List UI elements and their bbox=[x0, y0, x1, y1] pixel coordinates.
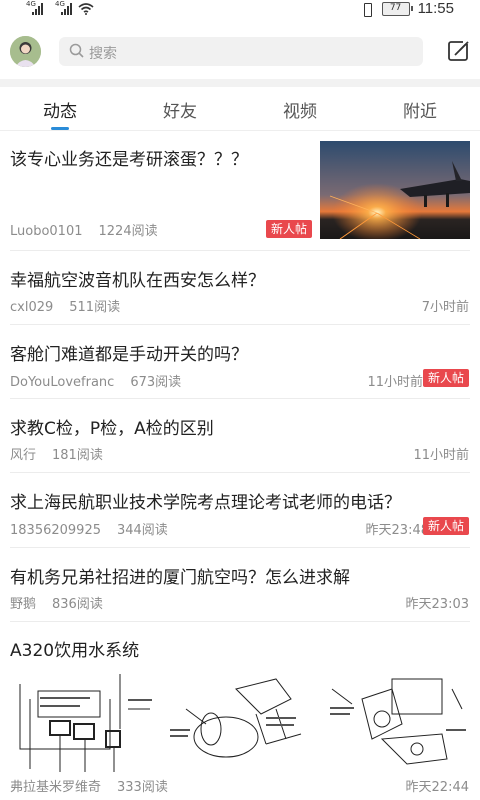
post-title: 求教C检，P检，A检的区别 bbox=[10, 419, 214, 439]
post-title: 该专心业务还是考研滚蛋？？？ bbox=[10, 150, 248, 170]
post-time: 昨天23:03 bbox=[405, 597, 469, 612]
post-meta: 弗拉基米罗维奇 333阅读 bbox=[10, 776, 168, 795]
search-input[interactable]: 搜索 bbox=[59, 37, 423, 66]
post-reads: 673阅读 bbox=[130, 375, 182, 390]
post-title: A320饮用水系统 bbox=[10, 641, 140, 661]
list-item[interactable]: 求上海民航职业技术学院考点理论考试老师的电话？ 18356209925 344阅读… bbox=[0, 473, 480, 548]
post-time: 11小时前 bbox=[367, 375, 423, 390]
wifi-icon bbox=[78, 3, 94, 15]
list-item[interactable]: 该专心业务还是考研滚蛋？？？ Luobo0101 1224阅读 新人帖 bbox=[0, 132, 480, 251]
battery-icon: 77 bbox=[381, 1, 413, 16]
tab-video[interactable]: 视频 bbox=[240, 97, 360, 122]
post-author: 18356209925 bbox=[10, 523, 101, 538]
list-item[interactable]: 幸福航空波音机队在西安怎么样？ cxl029 511阅读 7小时前 bbox=[0, 251, 480, 325]
divider bbox=[0, 79, 480, 87]
post-title: 客舱门难道都是手动开关的吗？ bbox=[10, 345, 248, 365]
post-reads: 181阅读 bbox=[52, 448, 103, 463]
avatar[interactable] bbox=[10, 36, 41, 67]
post-meta: DoYouLovefranc 673阅读 bbox=[10, 371, 181, 390]
new-post-badge: 新人帖 bbox=[422, 517, 469, 535]
post-reads: 511阅读 bbox=[69, 300, 121, 315]
post-reads: 344阅读 bbox=[116, 523, 168, 538]
post-meta: Luobo0101 1224阅读 bbox=[10, 220, 158, 239]
post-title: 幸福航空波音机队在西安怎么样？ bbox=[10, 271, 265, 291]
post-author: 野鹅 bbox=[10, 597, 37, 612]
tab-friends[interactable]: 好友 bbox=[120, 97, 240, 122]
list-item[interactable]: A320饮用水系统 弗拉基米罗维奇 333阅读 昨天22:44 bbox=[0, 622, 480, 800]
new-post-badge: 新人帖 bbox=[422, 369, 469, 387]
post-image bbox=[322, 669, 470, 772]
tab-indicator bbox=[51, 127, 69, 130]
signal-icon: 4G bbox=[55, 0, 72, 15]
compose-icon bbox=[448, 40, 469, 61]
tab-dynamic[interactable]: 动态 bbox=[0, 97, 120, 122]
post-author: cxl029 bbox=[10, 300, 54, 315]
post-meta: cxl029 511阅读 bbox=[10, 296, 120, 315]
post-time: 7小时前 bbox=[421, 300, 469, 315]
post-author: 风行 bbox=[10, 448, 37, 463]
post-title: 有机务兄弟社招进的厦门航空吗？怎么进求解 bbox=[10, 568, 350, 588]
post-author: Luobo0101 bbox=[10, 224, 83, 239]
post-thumbnail bbox=[320, 141, 470, 239]
post-reads: 333阅读 bbox=[117, 780, 168, 795]
top-bar: 搜索 bbox=[0, 20, 480, 82]
vibrate-icon bbox=[360, 2, 374, 17]
signal-icon: 4G bbox=[26, 0, 43, 15]
post-time: 11小时前 bbox=[413, 448, 469, 463]
post-time: 昨天22:44 bbox=[405, 780, 469, 795]
post-image bbox=[10, 669, 158, 772]
post-meta: 风行 181阅读 bbox=[10, 444, 103, 463]
post-title: 求上海民航职业技术学院考点理论考试老师的电话？ bbox=[10, 493, 401, 513]
new-post-badge: 新人帖 bbox=[266, 220, 313, 238]
list-item[interactable]: 有机务兄弟社招进的厦门航空吗？怎么进求解 野鹅 836阅读 昨天23:03 bbox=[0, 548, 480, 622]
clock: 11:55 bbox=[417, 0, 454, 17]
list-item[interactable]: 求教C检，P检，A检的区别 风行 181阅读 11小时前 bbox=[0, 399, 480, 473]
post-image bbox=[166, 669, 314, 772]
post-reads: 1224阅读 bbox=[98, 224, 158, 239]
post-reads: 836阅读 bbox=[52, 597, 103, 612]
search-icon bbox=[69, 43, 85, 59]
post-meta: 野鹅 836阅读 bbox=[10, 593, 103, 612]
post-meta: 18356209925 344阅读 bbox=[10, 519, 168, 538]
tab-bar: 动态 好友 视频 附近 bbox=[0, 87, 480, 131]
search-placeholder: 搜索 bbox=[89, 46, 117, 62]
post-author: DoYouLovefranc bbox=[10, 375, 115, 390]
post-time: 昨天23:48 bbox=[365, 523, 429, 538]
post-author: 弗拉基米罗维奇 bbox=[10, 780, 102, 795]
tab-nearby[interactable]: 附近 bbox=[360, 97, 480, 122]
compose-button[interactable] bbox=[447, 39, 471, 63]
list-item[interactable]: 客舱门难道都是手动开关的吗？ DoYouLovefranc 673阅读 11小时前… bbox=[0, 325, 480, 399]
status-bar: 4G 4G 77 11:55 bbox=[0, 0, 480, 20]
